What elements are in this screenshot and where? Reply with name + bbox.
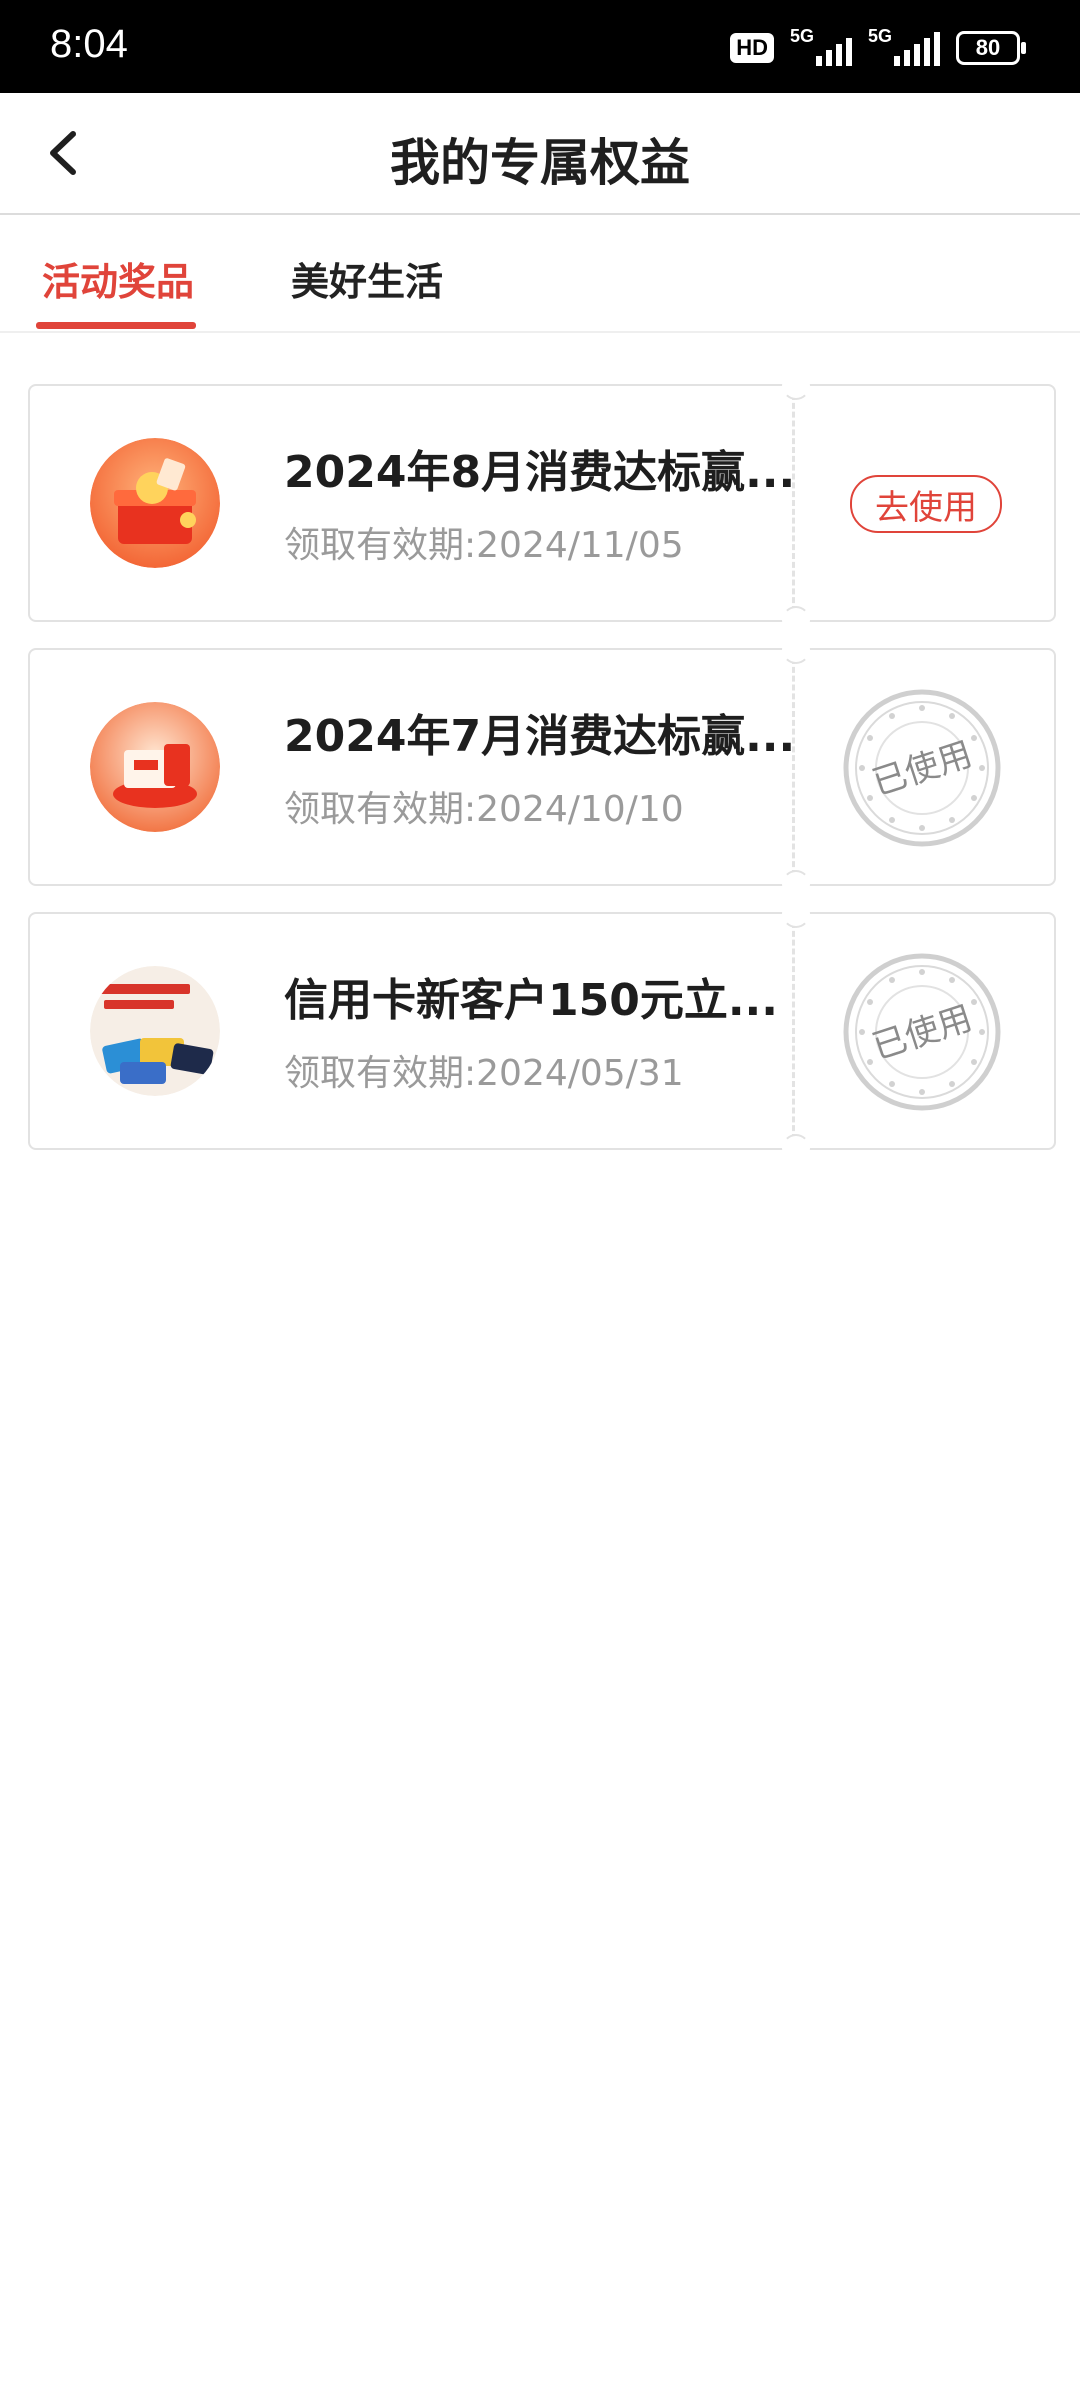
red-envelope-icon — [90, 702, 220, 832]
tab-bar: 活动奖品 美好生活 — [0, 215, 1080, 333]
network-type-label-2: 5G — [868, 26, 893, 46]
hd-badge: HD — [730, 33, 774, 63]
network-type-label: 5G — [790, 26, 815, 46]
card-notch — [782, 900, 810, 928]
card-divider — [792, 922, 795, 1140]
used-stamp: 已使用 — [843, 953, 1001, 1111]
navigation-bar: 我的专属权益 — [0, 93, 1080, 215]
reward-validity: 领取有效期:2024/10/10 — [284, 789, 684, 830]
card-notch — [782, 372, 810, 400]
reward-title: 2024年8月消费达标赢... — [284, 447, 796, 498]
signal-bars-2 — [894, 32, 940, 66]
tab-activity-prizes[interactable]: 活动奖品 — [42, 251, 194, 306]
reward-thumbnail — [90, 438, 220, 568]
reward-card[interactable]: 信用卡新客户150元立... 领取有效期:2024/05/31 已使用 — [28, 900, 1056, 1162]
reward-thumbnail — [90, 702, 220, 832]
card-notch — [782, 636, 810, 664]
card-notch — [782, 1134, 810, 1162]
active-tab-indicator — [36, 322, 196, 329]
signal-bars — [816, 38, 852, 66]
use-button[interactable]: 去使用 — [850, 475, 1002, 533]
battery-level: 80 — [975, 35, 1001, 60]
card-divider — [792, 658, 795, 876]
reward-title: 2024年7月消费达标赢... — [284, 711, 796, 762]
gift-box-icon — [90, 438, 220, 568]
used-stamp: 已使用 — [843, 689, 1001, 847]
status-bar: 8:04 HD 5G 5G 80 — [0, 0, 1080, 93]
reward-thumbnail — [90, 966, 220, 1096]
status-icons: HD 5G 5G 80 — [730, 26, 1026, 70]
reward-card[interactable]: 2024年7月消费达标赢... 领取有效期:2024/10/10 已使用 — [28, 636, 1056, 898]
reward-validity: 领取有效期:2024/11/05 — [284, 525, 684, 566]
credit-card-promo-icon — [90, 966, 220, 1096]
reward-title: 信用卡新客户150元立... — [284, 975, 778, 1026]
battery-icon: 80 — [956, 31, 1026, 65]
tab-good-life[interactable]: 美好生活 — [291, 251, 443, 306]
page-title: 我的专属权益 — [390, 134, 690, 192]
status-time: 8:04 — [50, 22, 128, 66]
reward-validity: 领取有效期:2024/05/31 — [284, 1053, 684, 1094]
signal-icon: 5G — [790, 26, 852, 66]
signal-icon-2: 5G — [868, 26, 940, 66]
card-notch — [782, 870, 810, 898]
card-divider — [792, 394, 795, 612]
card-notch — [782, 606, 810, 634]
reward-card[interactable]: 2024年8月消费达标赢... 领取有效期:2024/11/05 去使用 — [28, 372, 1056, 634]
